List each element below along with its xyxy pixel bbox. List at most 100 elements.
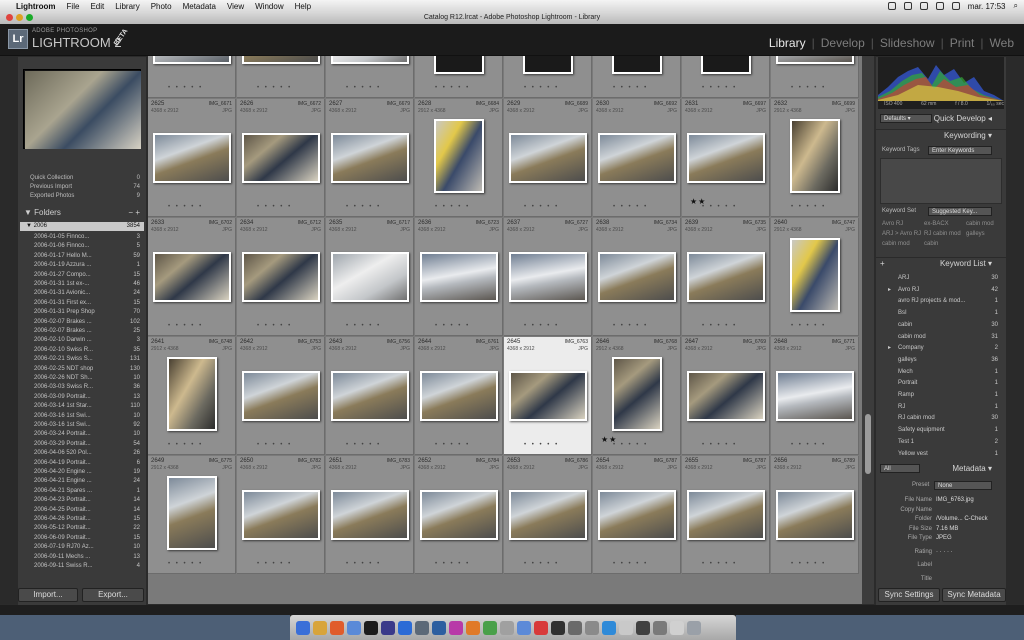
rating-dots-icon[interactable]: • • • • • <box>168 323 203 329</box>
rating-dots-icon[interactable]: • • • • • <box>524 323 559 329</box>
keyword-tags-field[interactable] <box>880 158 1002 204</box>
collection-quick[interactable]: Quick Collection 0 <box>30 175 140 181</box>
module-web[interactable]: Web <box>990 36 1014 50</box>
dock-app-icon[interactable] <box>415 620 429 635</box>
filmstrip-bar[interactable] <box>0 605 1024 615</box>
folder-item[interactable]: 2006-04-21 Engine ... 24 <box>34 477 140 486</box>
rating-dots-icon[interactable]: • • • • • <box>613 442 648 448</box>
rating-dots-icon[interactable]: • • • • • <box>524 85 559 91</box>
rating-dots-icon[interactable]: • • • • • <box>346 85 381 91</box>
rating-dots-icon[interactable]: • • • • • <box>613 323 648 329</box>
photo-thumbnail[interactable] <box>776 371 854 421</box>
photo-thumbnail[interactable] <box>509 371 587 421</box>
folder-item[interactable]: 2006-02-10 Darwin ... 3 <box>34 336 140 345</box>
folder-item[interactable]: 2006-04-25 Portrait... 14 <box>34 506 140 515</box>
folder-item[interactable]: 2006-04-21 Spares ... 1 <box>34 487 140 496</box>
folder-item[interactable]: 2006-02-10 Swiss R... 35 <box>34 346 140 355</box>
keyword-list-item[interactable]: Ramp 1 <box>898 391 998 400</box>
dock-app-icon[interactable] <box>347 620 361 635</box>
grid-cell[interactable]: 2627 IMG_6679 4368 x 2912 JPG • • • • • <box>326 99 414 217</box>
rating-dots-icon[interactable]: • • • • • <box>702 323 737 329</box>
photo-thumbnail[interactable] <box>153 252 231 302</box>
folder-item[interactable]: 2006-03-24 Portrait... 10 <box>34 430 140 439</box>
histogram[interactable]: ISO 400 62 mm f / 8.0 1/₆₀ sec <box>878 57 1004 109</box>
keyword-suggestion[interactable]: ARJ > Avro RJ <box>882 231 921 237</box>
dock-app-icon[interactable] <box>517 620 531 635</box>
folder-item[interactable]: 2006-04-20 Engine ... 19 <box>34 468 140 477</box>
keyword-suggestion[interactable]: cabin mod <box>966 221 994 227</box>
grid-cell[interactable]: 2642 IMG_6753 4368 x 2912 JPG • • • • • <box>237 337 325 455</box>
menu-help[interactable]: Help <box>295 2 311 11</box>
sync-settings-button[interactable]: Sync Settings <box>878 588 940 602</box>
metadata-header[interactable]: Metadata ▾ <box>876 463 1006 475</box>
photo-thumbnail[interactable] <box>420 371 498 421</box>
folder-item[interactable]: 2006-02-07 Brakes ... 102 <box>34 318 140 327</box>
grid-cell[interactable]: 2646 IMG_6768 2912 x 4368 JPG ★★ • • • • • <box>593 337 681 455</box>
keyword-list-item[interactable]: ARJ 30 <box>898 274 998 283</box>
folder-item[interactable]: 2006-02-26 NDT Sh... 10 <box>34 374 140 383</box>
folder-item[interactable]: 2006-01-31 1st ex-... 46 <box>34 280 140 289</box>
keyword-suggestion[interactable]: Avro RJ <box>882 221 903 227</box>
grid-cell[interactable]: 2647 IMG_6769 4368 x 2912 JPG • • • • • <box>682 337 770 455</box>
rating-dots-icon[interactable]: • • • • • <box>435 85 470 91</box>
grid-cell[interactable]: 2631 IMG_6697 4368 x 2912 JPG ★★ • • • • • <box>682 99 770 217</box>
dock-app-icon[interactable] <box>449 620 463 635</box>
keyword-list-item[interactable]: cabin mod 31 <box>898 333 998 342</box>
folder-item[interactable]: 2006-01-27 Compo... 15 <box>34 271 140 280</box>
folder-item[interactable]: 2006-01-06 Finnco... 5 <box>34 242 140 251</box>
dock-app-icon[interactable] <box>670 620 684 635</box>
grid-cell[interactable]: 2623IMG_66582912 x 4368JPG• • • • • <box>682 56 770 98</box>
menu-photo[interactable]: Photo <box>151 2 172 11</box>
folder-item[interactable]: 2006-03-03 Swiss R... 36 <box>34 383 140 392</box>
rating-dots-icon[interactable]: • • • • • <box>435 442 470 448</box>
rating-dots-icon[interactable]: • • • • • <box>257 85 292 91</box>
folder-item[interactable]: 2006-06-09 Portrait... 15 <box>34 534 140 543</box>
grid-cell[interactable]: 2640 IMG_6747 2912 x 4368 JPG • • • • • <box>771 218 859 336</box>
grid-cell[interactable]: 2619LH FR10 to 14 new skin3000 x 1500JPG… <box>326 56 414 98</box>
dock-app-icon[interactable] <box>398 620 412 635</box>
grid-cell[interactable]: 2655 IMG_6787 4368 x 2912 JPG • • • • • <box>682 456 770 574</box>
metadata-value[interactable]: · · · · · <box>936 549 953 555</box>
rating-dots-icon[interactable]: • • • • • <box>346 204 381 210</box>
photo-thumbnail[interactable] <box>242 490 320 540</box>
grid-cell[interactable]: 2648 IMG_6771 4368 x 2912 JPG • • • • • <box>771 337 859 455</box>
photo-thumbnail[interactable] <box>434 56 484 74</box>
rating-dots-icon[interactable]: • • • • • <box>791 323 826 329</box>
grid-cell[interactable]: 2656 IMG_6789 4368 x 2912 JPG • • • • • <box>771 456 859 574</box>
photo-thumbnail[interactable] <box>687 133 765 183</box>
rating-dots-icon[interactable]: • • • • • <box>168 442 203 448</box>
folder-item[interactable]: 2006-03-09 Portrait... 13 <box>34 393 140 402</box>
folder-item[interactable]: 2006-04-26 Portrait... 15 <box>34 515 140 524</box>
photo-thumbnail[interactable] <box>523 56 573 74</box>
grid-cell[interactable]: 2630 IMG_6692 4368 x 2912 JPG • • • • • <box>593 99 681 217</box>
rating-dots-icon[interactable]: • • • • • <box>346 323 381 329</box>
photo-thumbnail[interactable] <box>687 371 765 421</box>
photo-thumbnail[interactable] <box>776 56 854 64</box>
grid-cell[interactable]: 2650 IMG_6782 4368 x 2912 JPG • • • • • <box>237 456 325 574</box>
rating-dots-icon[interactable]: • • • • • <box>791 442 826 448</box>
rating-dots-icon[interactable]: • • • • • <box>702 561 737 567</box>
keyword-suggestion[interactable]: ex-BACX <box>924 221 949 227</box>
keyword-list-item[interactable]: RJ 1 <box>898 403 998 412</box>
volume-icon[interactable] <box>935 2 944 10</box>
folder-item[interactable]: 2006-09-11 Swiss R... 4 <box>34 562 140 571</box>
grid-cell[interactable]: 2629 IMG_6689 4368 x 2912 JPG • • • • • <box>504 99 592 217</box>
grid-cell[interactable]: 2634 IMG_6712 4368 x 2912 JPG • • • • • <box>237 218 325 336</box>
folder-item[interactable]: 2006-01-17 Hello M... 59 <box>34 252 140 261</box>
rating-dots-icon[interactable]: • • • • • <box>702 204 737 210</box>
quick-develop-header[interactable]: Quick Develop ◂ <box>876 113 1006 125</box>
grid-cell[interactable]: 2652 IMG_6784 4368 x 2912 JPG • • • • • <box>415 456 503 574</box>
grid-cell[interactable]: 2651 IMG_6783 4368 x 2912 JPG • • • • • <box>326 456 414 574</box>
keyword-suggestion[interactable]: RJ cabin mod <box>924 231 961 237</box>
minimize-window-icon[interactable] <box>16 14 23 21</box>
photo-thumbnail[interactable] <box>509 490 587 540</box>
dock-app-icon[interactable] <box>619 620 633 635</box>
grid-cell[interactable]: 2624IMG_66664368 x 2912JPG• • • • • <box>771 56 859 98</box>
keyword-list-item[interactable]: avro RJ projects & mod... 1 <box>898 297 998 306</box>
photo-thumbnail[interactable] <box>598 490 676 540</box>
photo-thumbnail[interactable] <box>509 133 587 183</box>
photo-thumbnail[interactable] <box>331 252 409 302</box>
grid-cell[interactable]: 2653 IMG_6786 4368 x 2912 JPG • • • • • <box>504 456 592 574</box>
dock-app-icon[interactable] <box>534 620 548 635</box>
dock-app-icon[interactable] <box>585 620 599 635</box>
